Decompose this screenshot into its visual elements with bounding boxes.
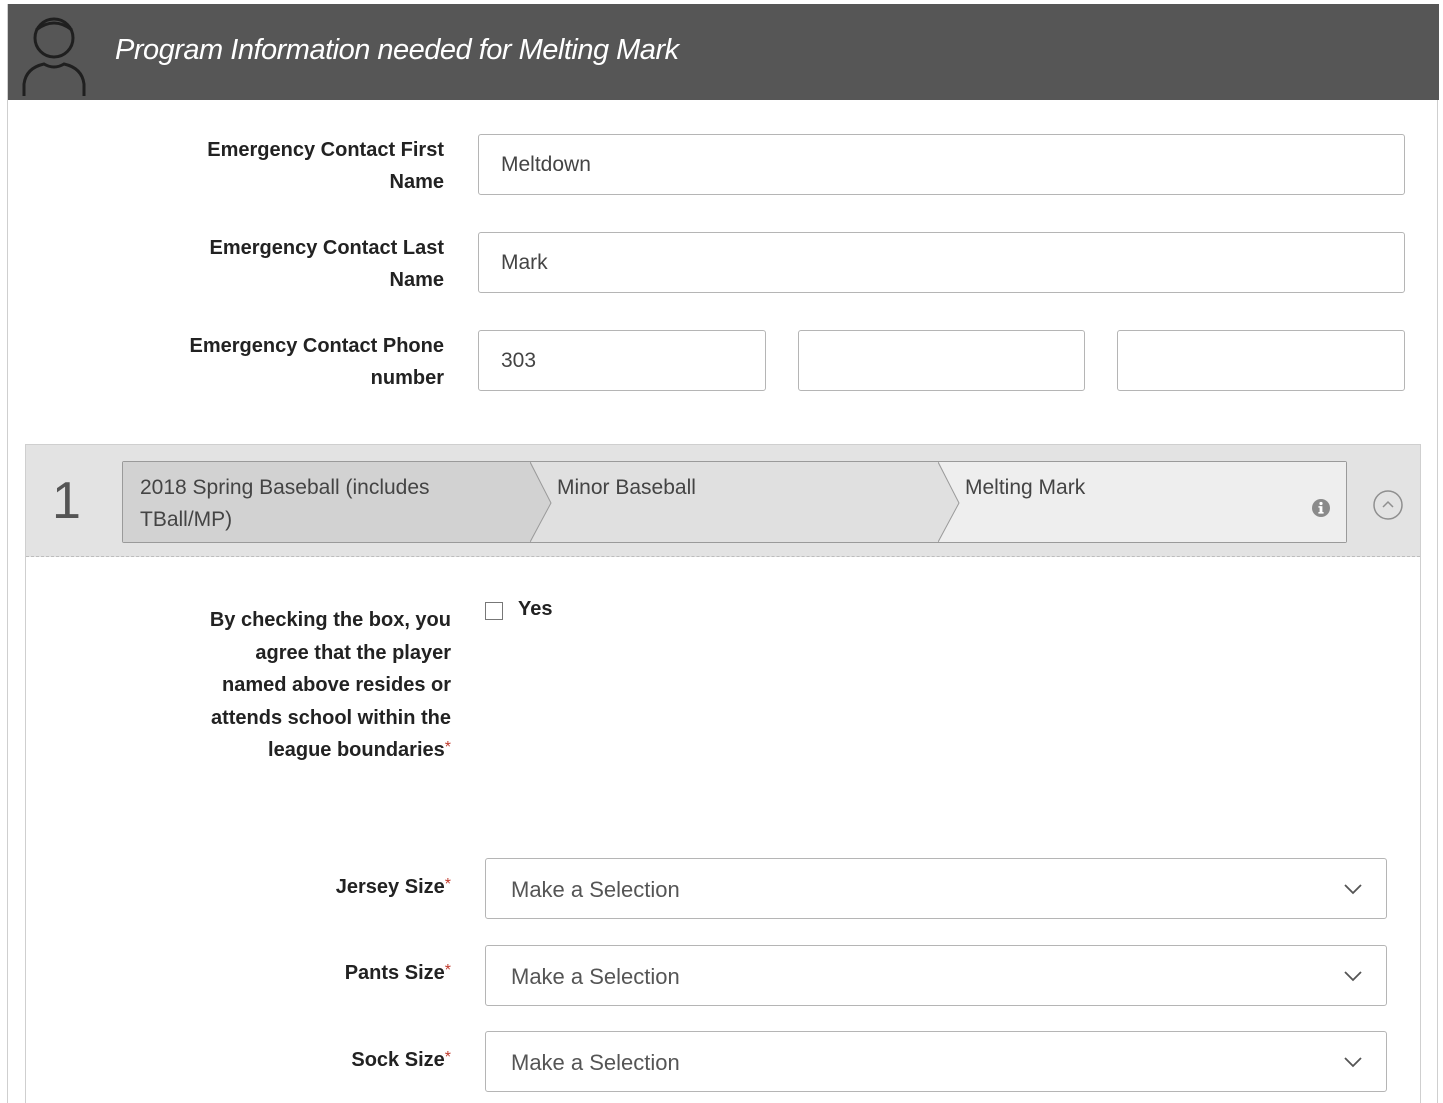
sock-size-value: Make a Selection [511,1050,680,1075]
program-section-header: 1 2018 Spring Baseball (includes TBall/M… [26,445,1420,557]
required-marker: * [444,876,451,893]
residency-checkbox-label[interactable]: Yes [518,597,552,621]
pants-size-value: Make a Selection [511,964,680,989]
breadcrumb-separator [938,462,960,542]
residency-label-line5: league boundaries [268,739,445,761]
emergency-last-name-label-line2: Name [389,269,444,291]
breadcrumb-player-line1: Melting Mark [965,476,1086,499]
residency-label-line2: agree that the player [255,641,451,664]
breadcrumb-division-line1: Minor Baseball [557,476,696,499]
jersey-size-select[interactable]: Make a Selection [485,858,1387,919]
residency-label-line4: attends school within the [210,706,451,729]
page-header: Program Information needed for Melting M… [8,4,1439,100]
pants-size-label-text: Pants Size [344,962,445,984]
jersey-size-label-text: Jersey Size [335,876,445,898]
required-marker: * [444,962,451,979]
program-breadcrumb: 2018 Spring Baseball (includes TBall/MP)… [122,461,1347,543]
breadcrumb-season-line1: 2018 Spring Baseball (includes [140,476,430,499]
chevron-down-icon [1344,1057,1362,1068]
residency-agreement-label: By checking the box, you agree that the … [158,604,451,767]
user-silhouette-icon [22,17,86,96]
sock-size-label-text: Sock Size [351,1049,445,1071]
jersey-size-label: Jersey Size* [208,871,451,903]
emergency-first-name-input[interactable] [478,134,1405,195]
emergency-last-name-label-line1: Emergency Contact Last [209,237,444,259]
phone-prefix-input[interactable] [798,330,1085,391]
info-circle-icon[interactable] [1311,498,1331,518]
program-number: 1 [52,472,81,530]
chevron-down-icon [1344,884,1362,895]
emergency-phone-label-line2: number [370,367,444,389]
breadcrumb-player: Melting Mark [939,462,1346,542]
required-marker: * [444,739,451,756]
program-info-page: Program Information needed for Melting M… [7,4,1439,1103]
emergency-phone-label: Emergency Contact Phone number [138,330,444,394]
chevron-down-icon [1344,971,1362,982]
emergency-first-name-label: Emergency Contact First Name [158,134,444,198]
emergency-first-name-label-line2: Name [389,171,444,193]
residency-checkbox[interactable] [485,602,503,620]
emergency-last-name-label: Emergency Contact Last Name [158,232,444,296]
residency-label-line1: By checking the box, you [209,609,451,631]
jersey-size-value: Make a Selection [511,877,680,902]
pants-size-label: Pants Size* [208,957,451,989]
collapse-toggle-icon[interactable] [1372,489,1404,521]
breadcrumb-season-line2: TBall/MP) [140,508,233,531]
required-marker: * [444,1049,451,1066]
page-title: Program Information needed for Melting M… [115,34,679,66]
breadcrumb-division: Minor Baseball [531,462,939,542]
breadcrumb-separator [530,462,552,542]
sock-size-select[interactable]: Make a Selection [485,1031,1387,1092]
phone-area-code-input[interactable] [478,330,766,391]
emergency-last-name-input[interactable] [478,232,1405,293]
sock-size-label: Sock Size* [208,1044,451,1076]
emergency-phone-label-line1: Emergency Contact Phone [189,335,444,357]
breadcrumb-season: 2018 Spring Baseball (includes TBall/MP) [123,462,531,542]
pants-size-select[interactable]: Make a Selection [485,945,1387,1006]
emergency-first-name-label-line1: Emergency Contact First [207,139,444,161]
residency-label-line3: named above resides or [222,674,451,696]
phone-line-number-input[interactable] [1117,330,1405,391]
